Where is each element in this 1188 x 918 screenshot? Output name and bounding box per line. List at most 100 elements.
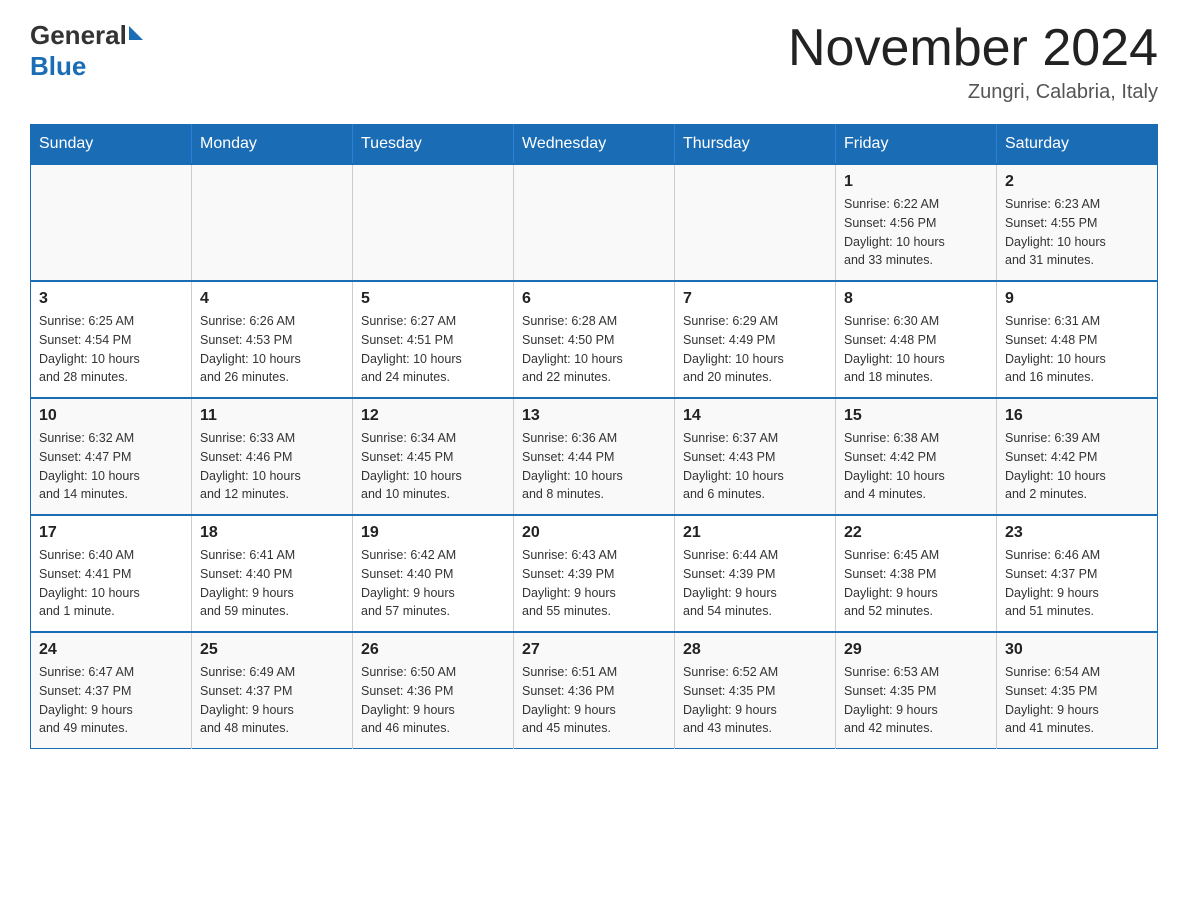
calendar-week-row: 1Sunrise: 6:22 AM Sunset: 4:56 PM Daylig… (31, 164, 1158, 281)
day-info: Sunrise: 6:49 AM Sunset: 4:37 PM Dayligh… (200, 663, 344, 738)
calendar-cell: 25 Sunrise: 6:49 AM Sunset: 4:37 PM Dayli… (192, 632, 353, 749)
calendar-table: SundayMondayTuesdayWednesdayThursdayFrid… (30, 124, 1158, 749)
day-number: 19 (361, 524, 505, 542)
day-number: 12 (361, 407, 505, 425)
day-number: 3 (39, 290, 183, 308)
day-info: Sunrise: 6:54 AM Sunset: 4:35 PM Dayligh… (1005, 663, 1149, 738)
day-info: Sunrise: 6:43 AM Sunset: 4:39 PM Dayligh… (522, 546, 666, 621)
month-title: November 2024 (788, 20, 1158, 77)
calendar-cell: 19Sunrise: 6:42 AM Sunset: 4:40 PM Dayli… (353, 515, 514, 632)
calendar-cell: 30 Sunrise: 6:54 AM Sunset: 4:35 PM Dayli… (997, 632, 1158, 749)
calendar-cell: 21 Sunrise: 6:44 AM Sunset: 4:39 PM Dayli… (675, 515, 836, 632)
day-info: Sunrise: 6:29 AM Sunset: 4:49 PM Dayligh… (683, 312, 827, 387)
day-number: 24 (39, 641, 183, 659)
calendar-header-row: SundayMondayTuesdayWednesdayThursdayFrid… (31, 125, 1158, 165)
day-info: Sunrise: 6:26 AM Sunset: 4:53 PM Dayligh… (200, 312, 344, 387)
day-number: 5 (361, 290, 505, 308)
day-number: 11 (200, 407, 344, 425)
calendar-cell: 26Sunrise: 6:50 AM Sunset: 4:36 PM Dayli… (353, 632, 514, 749)
calendar-cell: 13Sunrise: 6:36 AM Sunset: 4:44 PM Dayli… (514, 398, 675, 515)
day-number: 21 (683, 524, 827, 542)
calendar-cell (353, 164, 514, 281)
day-info: Sunrise: 6:44 AM Sunset: 4:39 PM Dayligh… (683, 546, 827, 621)
calendar-cell: 11 Sunrise: 6:33 AM Sunset: 4:46 PM Dayli… (192, 398, 353, 515)
calendar-header-thursday: Thursday (675, 125, 836, 165)
calendar-week-row: 10Sunrise: 6:32 AM Sunset: 4:47 PM Dayli… (31, 398, 1158, 515)
page-header: General Blue November 2024 Zungri, Calab… (30, 20, 1158, 104)
day-number: 2 (1005, 173, 1149, 191)
calendar-week-row: 3 Sunrise: 6:25 AM Sunset: 4:54 PM Daylig… (31, 281, 1158, 398)
day-number: 25 (200, 641, 344, 659)
day-number: 15 (844, 407, 988, 425)
calendar-cell: 20 Sunrise: 6:43 AM Sunset: 4:39 PM Dayli… (514, 515, 675, 632)
calendar-cell: 29Sunrise: 6:53 AM Sunset: 4:35 PM Dayli… (836, 632, 997, 749)
day-info: Sunrise: 6:52 AM Sunset: 4:35 PM Dayligh… (683, 663, 827, 738)
day-number: 30 (1005, 641, 1149, 659)
day-number: 17 (39, 524, 183, 542)
calendar-header-saturday: Saturday (997, 125, 1158, 165)
day-info: Sunrise: 6:46 AM Sunset: 4:37 PM Dayligh… (1005, 546, 1149, 621)
calendar-cell (675, 164, 836, 281)
calendar-week-row: 17 Sunrise: 6:40 AM Sunset: 4:41 PM Dayli… (31, 515, 1158, 632)
day-number: 7 (683, 290, 827, 308)
day-number: 27 (522, 641, 666, 659)
day-number: 23 (1005, 524, 1149, 542)
calendar-cell: 4 Sunrise: 6:26 AM Sunset: 4:53 PM Daylig… (192, 281, 353, 398)
calendar-cell: 3 Sunrise: 6:25 AM Sunset: 4:54 PM Daylig… (31, 281, 192, 398)
location-title: Zungri, Calabria, Italy (788, 81, 1158, 104)
day-info: Sunrise: 6:38 AM Sunset: 4:42 PM Dayligh… (844, 429, 988, 504)
calendar-cell: 5 Sunrise: 6:27 AM Sunset: 4:51 PM Daylig… (353, 281, 514, 398)
calendar-cell: 17 Sunrise: 6:40 AM Sunset: 4:41 PM Dayli… (31, 515, 192, 632)
day-info: Sunrise: 6:50 AM Sunset: 4:36 PM Dayligh… (361, 663, 505, 738)
day-info: Sunrise: 6:39 AM Sunset: 4:42 PM Dayligh… (1005, 429, 1149, 504)
day-number: 14 (683, 407, 827, 425)
day-info: Sunrise: 6:40 AM Sunset: 4:41 PM Dayligh… (39, 546, 183, 621)
calendar-week-row: 24 Sunrise: 6:47 AM Sunset: 4:37 PM Dayli… (31, 632, 1158, 749)
calendar-cell: 28Sunrise: 6:52 AM Sunset: 4:35 PM Dayli… (675, 632, 836, 749)
day-number: 20 (522, 524, 666, 542)
calendar-cell: 15 Sunrise: 6:38 AM Sunset: 4:42 PM Dayli… (836, 398, 997, 515)
logo: General Blue (30, 20, 143, 82)
logo-blue-text: Blue (30, 51, 86, 81)
day-info: Sunrise: 6:27 AM Sunset: 4:51 PM Dayligh… (361, 312, 505, 387)
calendar-cell: 27 Sunrise: 6:51 AM Sunset: 4:36 PM Dayli… (514, 632, 675, 749)
calendar-header-friday: Friday (836, 125, 997, 165)
day-info: Sunrise: 6:31 AM Sunset: 4:48 PM Dayligh… (1005, 312, 1149, 387)
calendar-cell: 8Sunrise: 6:30 AM Sunset: 4:48 PM Daylig… (836, 281, 997, 398)
calendar-cell: 1Sunrise: 6:22 AM Sunset: 4:56 PM Daylig… (836, 164, 997, 281)
calendar-cell: 23 Sunrise: 6:46 AM Sunset: 4:37 PM Dayli… (997, 515, 1158, 632)
day-number: 8 (844, 290, 988, 308)
logo-triangle-icon (129, 26, 143, 40)
day-info: Sunrise: 6:25 AM Sunset: 4:54 PM Dayligh… (39, 312, 183, 387)
calendar-cell: 12 Sunrise: 6:34 AM Sunset: 4:45 PM Dayli… (353, 398, 514, 515)
calendar-cell: 24 Sunrise: 6:47 AM Sunset: 4:37 PM Dayli… (31, 632, 192, 749)
day-number: 6 (522, 290, 666, 308)
calendar-cell: 6Sunrise: 6:28 AM Sunset: 4:50 PM Daylig… (514, 281, 675, 398)
calendar-cell: 16Sunrise: 6:39 AM Sunset: 4:42 PM Dayli… (997, 398, 1158, 515)
day-info: Sunrise: 6:45 AM Sunset: 4:38 PM Dayligh… (844, 546, 988, 621)
day-number: 4 (200, 290, 344, 308)
day-info: Sunrise: 6:47 AM Sunset: 4:37 PM Dayligh… (39, 663, 183, 738)
day-info: Sunrise: 6:51 AM Sunset: 4:36 PM Dayligh… (522, 663, 666, 738)
calendar-cell (31, 164, 192, 281)
day-info: Sunrise: 6:33 AM Sunset: 4:46 PM Dayligh… (200, 429, 344, 504)
calendar-header-tuesday: Tuesday (353, 125, 514, 165)
day-info: Sunrise: 6:37 AM Sunset: 4:43 PM Dayligh… (683, 429, 827, 504)
day-info: Sunrise: 6:32 AM Sunset: 4:47 PM Dayligh… (39, 429, 183, 504)
calendar-cell: 14 Sunrise: 6:37 AM Sunset: 4:43 PM Dayli… (675, 398, 836, 515)
calendar-cell (514, 164, 675, 281)
day-info: Sunrise: 6:34 AM Sunset: 4:45 PM Dayligh… (361, 429, 505, 504)
calendar-cell: 2 Sunrise: 6:23 AM Sunset: 4:55 PM Daylig… (997, 164, 1158, 281)
calendar-cell: 22 Sunrise: 6:45 AM Sunset: 4:38 PM Dayli… (836, 515, 997, 632)
day-number: 18 (200, 524, 344, 542)
day-info: Sunrise: 6:53 AM Sunset: 4:35 PM Dayligh… (844, 663, 988, 738)
calendar-cell: 7 Sunrise: 6:29 AM Sunset: 4:49 PM Daylig… (675, 281, 836, 398)
title-section: November 2024 Zungri, Calabria, Italy (788, 20, 1158, 104)
calendar-cell (192, 164, 353, 281)
day-info: Sunrise: 6:36 AM Sunset: 4:44 PM Dayligh… (522, 429, 666, 504)
day-info: Sunrise: 6:23 AM Sunset: 4:55 PM Dayligh… (1005, 195, 1149, 270)
calendar-cell: 10Sunrise: 6:32 AM Sunset: 4:47 PM Dayli… (31, 398, 192, 515)
day-number: 22 (844, 524, 988, 542)
day-number: 9 (1005, 290, 1149, 308)
logo-general-text: General (30, 20, 127, 51)
